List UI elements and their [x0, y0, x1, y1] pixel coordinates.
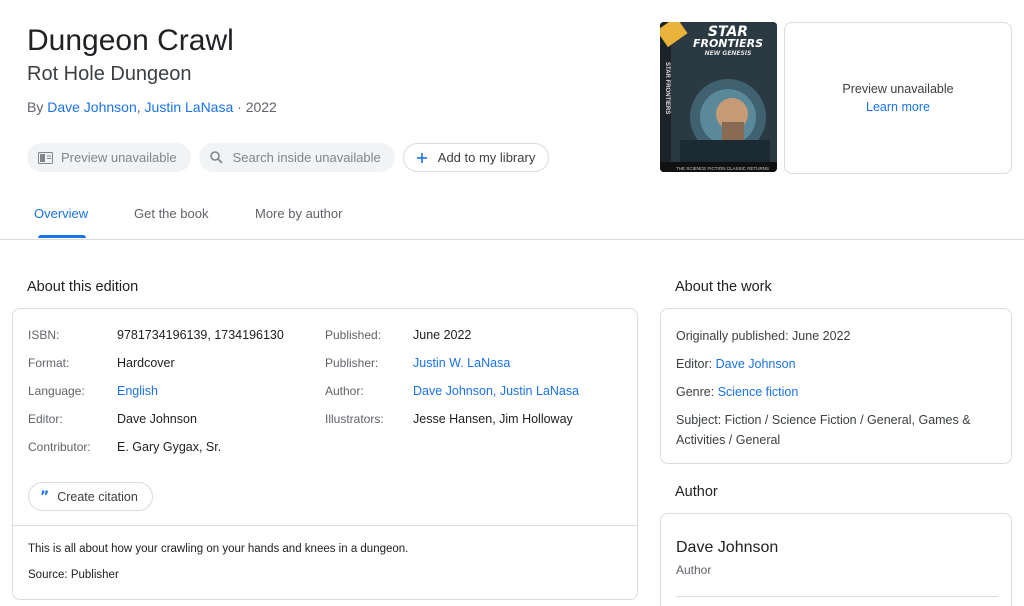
search-inside-chip: Search inside unavailable [198, 143, 395, 172]
author-link-1[interactable]: Dave Johnson [47, 99, 137, 115]
format-label: Format: [28, 356, 70, 370]
edition-card: ISBN: 9781734196139, 1734196130 Format: … [12, 308, 638, 600]
book-cover-image[interactable]: STAR FRONTIERS NEW GENESIS STAR FRONTIER… [660, 22, 777, 172]
work-published-value: June 2022 [792, 329, 851, 343]
book-preview-icon [37, 150, 53, 166]
work-editor-row: Editor: Dave Johnson [676, 354, 998, 374]
preview-chip: Preview unavailable [27, 143, 191, 172]
cover-spine-text: STAR FRONTIERS [664, 62, 670, 115]
section-title-author: Author [675, 484, 718, 500]
edition-divider [13, 525, 637, 526]
quote-icon: ” [40, 488, 50, 505]
preview-unavailable-text: Preview unavailable [842, 82, 954, 96]
byline-sep: , [136, 99, 145, 115]
author-divider [676, 596, 998, 597]
editor-value: Dave Johnson [117, 412, 197, 426]
plus-icon [414, 150, 430, 166]
create-citation-label: Create citation [57, 489, 138, 504]
section-title-work: About the work [675, 279, 772, 295]
publisher-label: Publisher: [325, 356, 379, 370]
format-value: Hardcover [117, 356, 175, 370]
tab-overview[interactable]: Overview [34, 206, 88, 221]
publisher-link[interactable]: Justin W. LaNasa [413, 356, 510, 370]
work-genre-label: Genre: [676, 385, 718, 399]
book-description: This is all about how your crawling on y… [28, 543, 409, 555]
language-link[interactable]: English [117, 384, 158, 398]
section-title-edition: About this edition [27, 279, 139, 295]
edition-author-links[interactable]: Dave Johnson, Justin LaNasa [413, 384, 579, 398]
author-name[interactable]: Dave Johnson [676, 539, 778, 557]
work-subject-label: Subject: [676, 413, 725, 427]
published-value: June 2022 [413, 328, 472, 342]
preview-panel: Preview unavailable Learn more [784, 22, 1012, 174]
language-label: Language: [28, 384, 85, 398]
learn-more-link[interactable]: Learn more [866, 98, 930, 116]
contributor-value: E. Gary Gygax, Sr. [117, 440, 222, 454]
author-role: Author [676, 563, 712, 577]
cover-brand-genesis: NEW GENESIS [704, 50, 752, 57]
author-label: Author: [325, 384, 364, 398]
tab-bar: Overview Get the book More by author [0, 196, 1024, 240]
isbn-value: 9781734196139, 1734196130 [117, 328, 284, 342]
isbn-label: ISBN: [28, 328, 60, 342]
work-subject-row: Subject: Fiction / Science Fiction / Gen… [676, 410, 998, 450]
author-link-2[interactable]: Justin LaNasa [145, 99, 234, 115]
author-card[interactable]: Dave Johnson Author [660, 513, 1012, 606]
work-published-row: Originally published: June 2022 [676, 326, 998, 346]
create-citation-button[interactable]: ” Create citation [28, 482, 153, 511]
work-published-label: Originally published: [676, 329, 793, 343]
editor-label: Editor: [28, 412, 63, 426]
action-chips: Preview unavailable Search inside unavai… [27, 143, 550, 172]
active-tab-indicator [38, 235, 86, 238]
search-inside-label: Search inside unavailable [232, 150, 381, 165]
preview-chip-label: Preview unavailable [61, 150, 177, 165]
cover-bottom-text: THE SCIENCE FICTION CLASSIC RETURNS [675, 166, 769, 171]
tab-get-the-book[interactable]: Get the book [134, 206, 208, 221]
tab-more-by-author[interactable]: More by author [255, 206, 342, 221]
cover-brand-frontiers: FRONTIERS [692, 37, 764, 50]
contributor-label: Contributor: [28, 440, 91, 454]
description-source: Source: Publisher [28, 569, 119, 581]
book-subtitle: Rot Hole Dungeon [27, 63, 192, 85]
byline-prefix: By [27, 99, 48, 115]
add-to-library-button[interactable]: Add to my library [402, 143, 550, 172]
illustrators-value: Jesse Hansen, Jim Holloway [413, 412, 573, 426]
byline: By Dave Johnson, Justin LaNasa · 2022 [27, 99, 277, 115]
work-genre-row: Genre: Science fiction [676, 382, 998, 402]
published-label: Published: [325, 328, 382, 342]
work-editor-link[interactable]: Dave Johnson [716, 357, 796, 371]
work-card: Originally published: June 2022 Editor: … [660, 308, 1012, 464]
byline-year: · 2022 [233, 99, 277, 115]
work-editor-label: Editor: [676, 357, 716, 371]
book-title: Dungeon Crawl [27, 24, 234, 57]
work-genre-link[interactable]: Science fiction [718, 385, 799, 399]
illustrators-label: Illustrators: [325, 412, 384, 426]
add-to-library-label: Add to my library [437, 150, 536, 165]
search-icon [209, 150, 225, 166]
